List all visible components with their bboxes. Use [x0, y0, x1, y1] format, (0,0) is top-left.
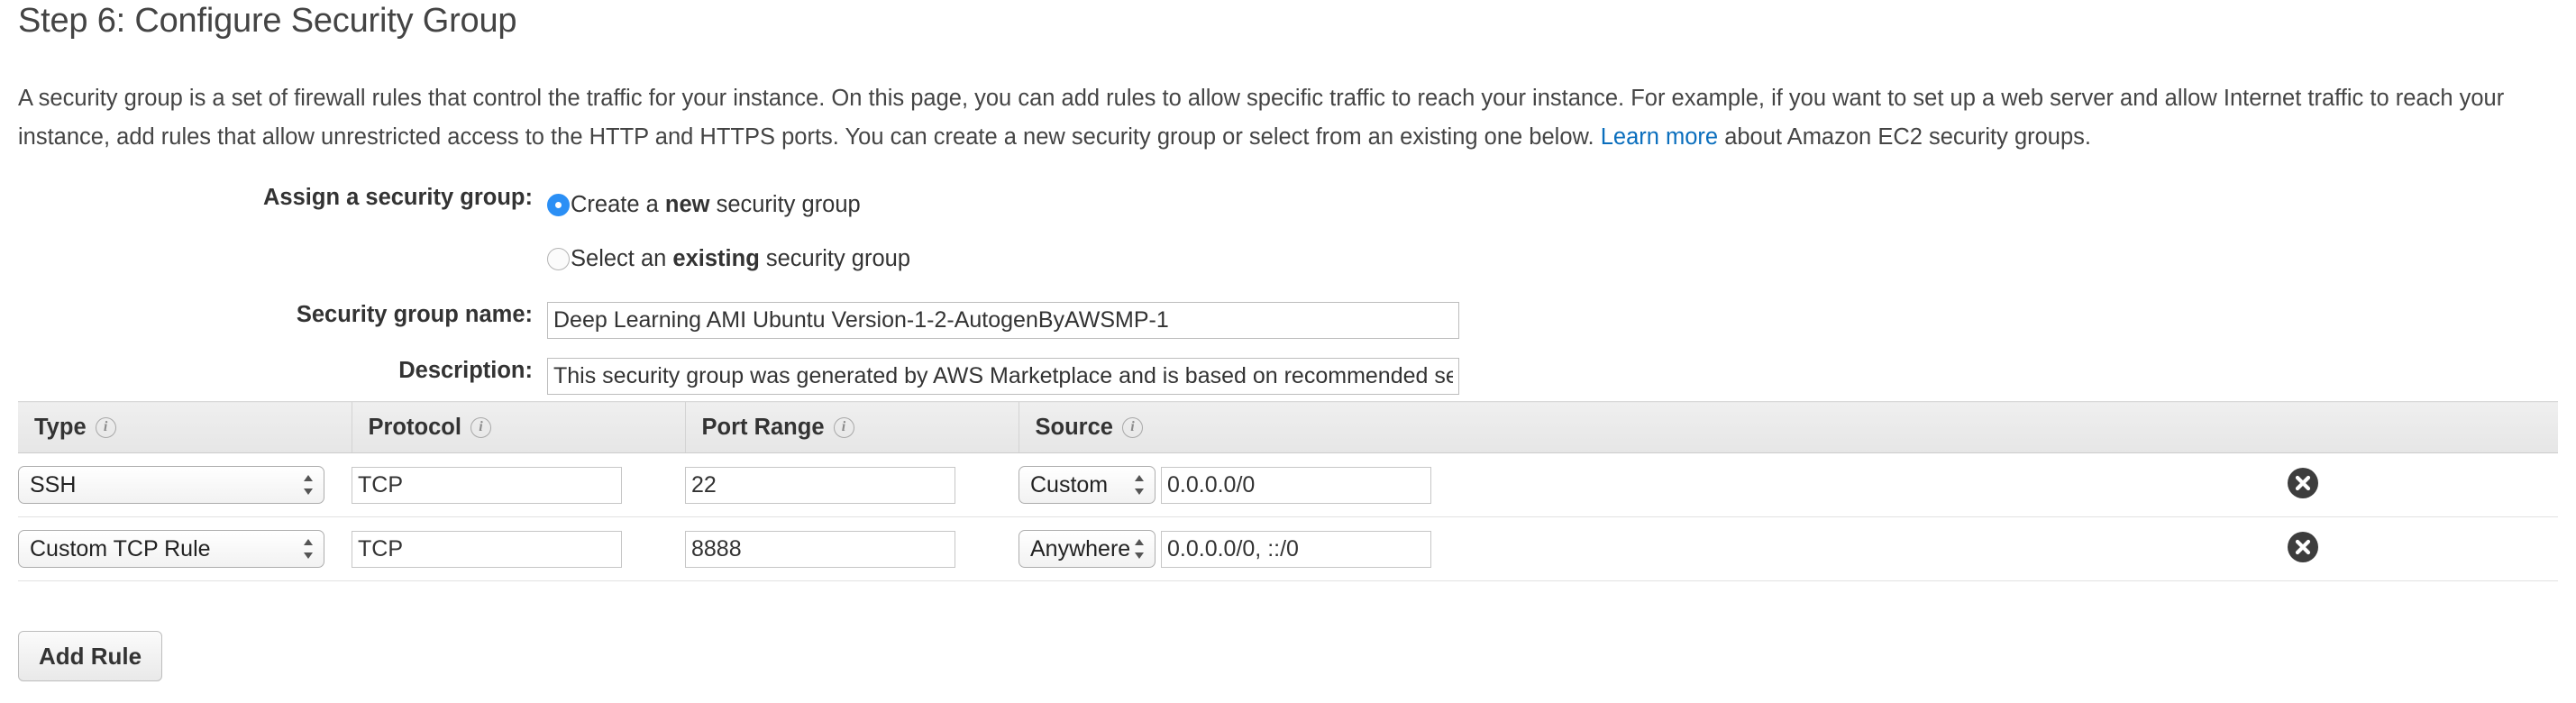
security-group-name-input[interactable]: [547, 302, 1459, 339]
source-value-input-row-1[interactable]: [1161, 466, 1431, 504]
protocol-input-row-2: [352, 530, 622, 568]
add-rule-button[interactable]: Add Rule: [18, 631, 163, 681]
column-header-type-label: Type: [34, 414, 87, 440]
security-rules-table: Type i Protocol i Port Range i Source i …: [18, 401, 2559, 581]
cell-type: Custom TCP Rule: [18, 516, 352, 581]
info-icon-source[interactable]: i: [1121, 416, 1143, 438]
column-header-port-range: Port Range i: [684, 401, 1019, 453]
table-row: SSH Custom: [18, 452, 2559, 517]
intro-text-part2: about Amazon EC2 security groups.: [1718, 123, 2091, 150]
security-group-name-row: Security group name:: [0, 302, 2576, 339]
configure-security-group-page: Step 6: Configure Security Group A secur…: [0, 0, 2576, 703]
intro-paragraph: A security group is a set of firewall ru…: [18, 79, 2551, 157]
column-header-source-label: Source: [1035, 414, 1113, 440]
info-icon-type[interactable]: i: [95, 416, 116, 438]
radio-option-select-existing[interactable]: Select an existing security group: [547, 239, 910, 278]
security-group-name-label: Security group name:: [296, 302, 533, 327]
radio-select-existing[interactable]: [547, 247, 570, 270]
source-kind-select-row-1-value: Custom: [1030, 471, 1109, 498]
source-value-input-row-2[interactable]: [1161, 530, 1431, 568]
cell-port-range: [685, 452, 1019, 517]
source-kind-select-row-1[interactable]: Custom: [1019, 466, 1156, 504]
protocol-input-row-1: [352, 466, 622, 504]
cell-protocol: [352, 516, 685, 581]
radio-create-new-label: Create a new security group: [571, 191, 861, 217]
port-range-input-row-2[interactable]: [685, 530, 955, 568]
cell-port-range: [685, 516, 1019, 581]
intro-text-part1: A security group is a set of firewall ru…: [18, 85, 2505, 150]
type-select-row-2[interactable]: Custom TCP Rule: [18, 530, 324, 568]
type-select-row-1-value: SSH: [30, 471, 77, 498]
radio-option-create-new[interactable]: Create a new security group: [547, 185, 861, 224]
stepper-arrows-icon: [1134, 473, 1145, 497]
radio-create-new[interactable]: [547, 193, 570, 216]
close-icon: [2295, 475, 2311, 490]
column-header-source: Source i: [1018, 401, 2559, 453]
column-header-type: Type i: [18, 401, 352, 453]
info-icon-port-range[interactable]: i: [833, 416, 854, 438]
table-header-row: Type i Protocol i Port Range i Source i: [18, 401, 2559, 453]
stepper-arrows-icon: [1134, 537, 1145, 561]
column-header-port-range-label: Port Range: [701, 414, 825, 440]
info-icon-protocol[interactable]: i: [470, 416, 491, 438]
source-kind-select-row-2-value: Anywhere: [1030, 535, 1131, 561]
stepper-arrows-icon: [303, 473, 314, 497]
close-icon: [2295, 539, 2311, 554]
table-row: Custom TCP Rule Anywhere: [18, 516, 2559, 581]
description-row: Description:: [0, 358, 2576, 395]
security-group-form: Assign a security group: Create a new se…: [0, 185, 2576, 395]
cell-source: Anywhere: [1019, 516, 2288, 581]
cell-delete: [2288, 452, 2559, 517]
assign-security-group-label: Assign a security group:: [263, 185, 533, 210]
column-header-protocol-label: Protocol: [368, 414, 461, 440]
page-title: Step 6: Configure Security Group: [18, 2, 517, 40]
assign-security-group-row: Assign a security group: Create a new se…: [0, 185, 2576, 278]
description-label: Description:: [398, 358, 533, 383]
stepper-arrows-icon: [303, 537, 314, 561]
type-select-row-2-value: Custom TCP Rule: [30, 535, 211, 561]
delete-rule-button-row-2[interactable]: [2288, 531, 2318, 562]
cell-delete: [2288, 516, 2559, 581]
source-kind-select-row-2[interactable]: Anywhere: [1019, 530, 1156, 568]
port-range-input-row-1[interactable]: [685, 466, 955, 504]
description-input[interactable]: [547, 358, 1459, 395]
column-header-protocol: Protocol i: [351, 401, 685, 453]
cell-protocol: [352, 452, 685, 517]
cell-type: SSH: [18, 452, 352, 517]
delete-rule-button-row-1[interactable]: [2288, 467, 2318, 498]
type-select-row-1[interactable]: SSH: [18, 466, 324, 504]
learn-more-link[interactable]: Learn more: [1601, 124, 1718, 150]
radio-select-existing-label: Select an existing security group: [571, 245, 911, 271]
cell-source: Custom: [1019, 452, 2288, 517]
